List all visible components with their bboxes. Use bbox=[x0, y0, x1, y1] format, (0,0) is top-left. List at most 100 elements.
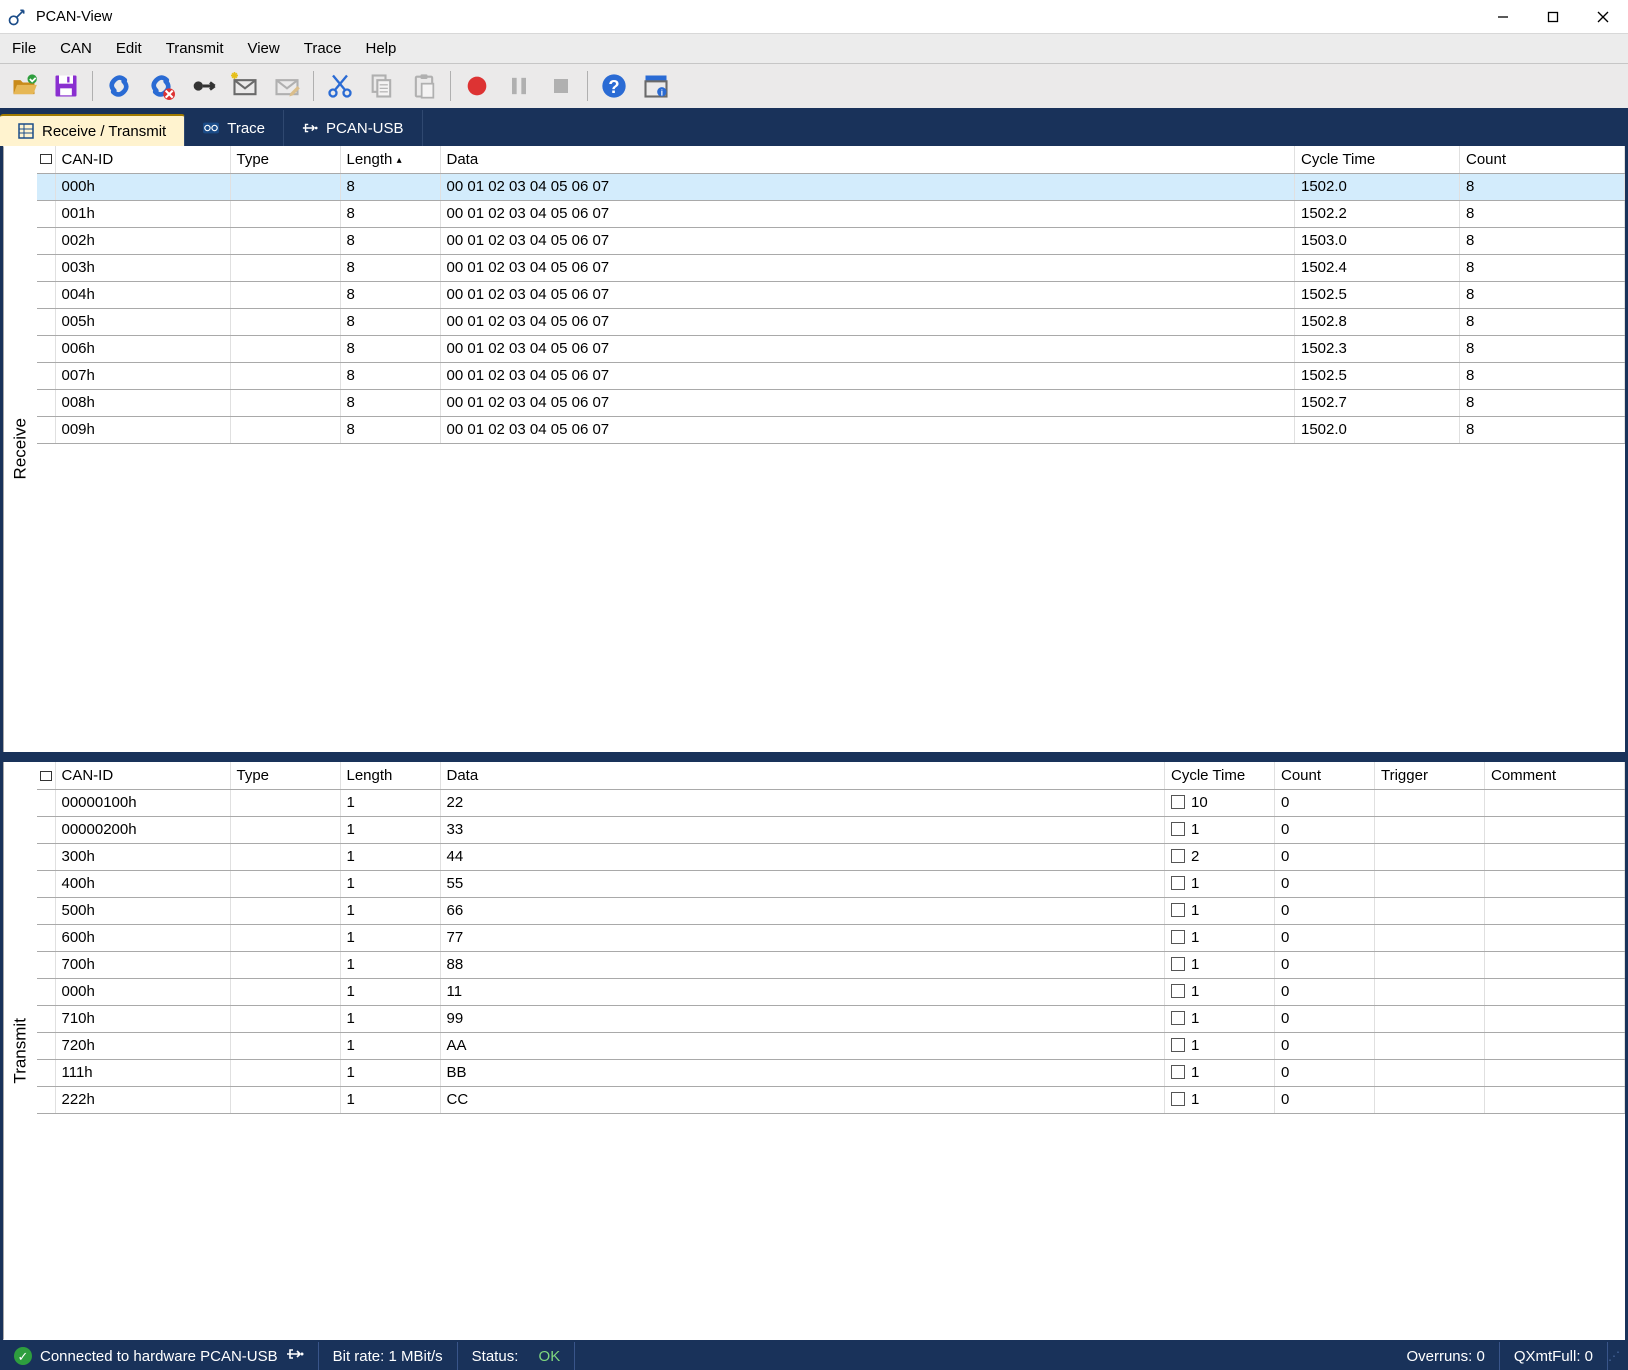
cell-cycletime[interactable]: 10 bbox=[1165, 789, 1275, 816]
open-button[interactable] bbox=[4, 66, 44, 106]
disconnect-button[interactable] bbox=[141, 66, 181, 106]
cut-button[interactable] bbox=[320, 66, 360, 106]
cell-cycletime[interactable]: 1 bbox=[1165, 924, 1275, 951]
col-length[interactable]: Length bbox=[340, 762, 440, 789]
save-button[interactable] bbox=[46, 66, 86, 106]
transmit-label: Transmit bbox=[3, 762, 37, 1340]
maximize-button[interactable] bbox=[1528, 0, 1578, 34]
receive-table[interactable]: CAN-ID Type Length ▴ Data Cycle Time Cou… bbox=[37, 146, 1625, 444]
help-button[interactable]: ? bbox=[594, 66, 634, 106]
menu-trace[interactable]: Trace bbox=[292, 36, 354, 61]
new-message-button[interactable] bbox=[225, 66, 265, 106]
table-row[interactable]: 006h800 01 02 03 04 05 06 071502.38 bbox=[37, 335, 1625, 362]
cell-canid: 720h bbox=[55, 1032, 230, 1059]
transmit-table[interactable]: CAN-ID Type Length Data Cycle Time Count… bbox=[37, 762, 1625, 1114]
table-row[interactable]: 004h800 01 02 03 04 05 06 071502.58 bbox=[37, 281, 1625, 308]
col-marker[interactable] bbox=[37, 146, 55, 173]
settings-button[interactable]: i bbox=[636, 66, 676, 106]
checkbox-icon[interactable] bbox=[1171, 1011, 1185, 1025]
cell-data: 77 bbox=[440, 924, 1165, 951]
table-row[interactable]: 009h800 01 02 03 04 05 06 071502.08 bbox=[37, 416, 1625, 443]
checkbox-icon[interactable] bbox=[1171, 930, 1185, 944]
minimize-button[interactable] bbox=[1478, 0, 1528, 34]
col-cycletime[interactable]: Cycle Time bbox=[1295, 146, 1460, 173]
col-marker[interactable] bbox=[37, 762, 55, 789]
tab-pcan-usb[interactable]: PCAN-USB bbox=[284, 110, 423, 146]
cell-cycletime[interactable]: 1 bbox=[1165, 897, 1275, 924]
connect-button[interactable] bbox=[99, 66, 139, 106]
col-type[interactable]: Type bbox=[230, 146, 340, 173]
cell-type bbox=[230, 227, 340, 254]
cell-cycletime[interactable]: 1 bbox=[1165, 1059, 1275, 1086]
col-length[interactable]: Length ▴ bbox=[340, 146, 440, 173]
table-row[interactable]: 000h800 01 02 03 04 05 06 071502.08 bbox=[37, 173, 1625, 200]
col-data[interactable]: Data bbox=[440, 762, 1165, 789]
status-bar: ✓ Connected to hardware PCAN-USB Bit rat… bbox=[0, 1340, 1628, 1370]
checkbox-icon[interactable] bbox=[1171, 849, 1185, 863]
table-row[interactable]: 003h800 01 02 03 04 05 06 071502.48 bbox=[37, 254, 1625, 281]
cell-comment bbox=[1485, 951, 1625, 978]
table-row[interactable]: 00000100h122100 bbox=[37, 789, 1625, 816]
table-row[interactable]: 002h800 01 02 03 04 05 06 071503.08 bbox=[37, 227, 1625, 254]
cell-count: 0 bbox=[1275, 897, 1375, 924]
col-comment[interactable]: Comment bbox=[1485, 762, 1625, 789]
menu-edit[interactable]: Edit bbox=[104, 36, 154, 61]
table-row[interactable]: 111h1BB10 bbox=[37, 1059, 1625, 1086]
menu-transmit[interactable]: Transmit bbox=[154, 36, 236, 61]
col-canid[interactable]: CAN-ID bbox=[55, 146, 230, 173]
tab-trace[interactable]: Trace bbox=[185, 110, 284, 146]
table-row[interactable]: 001h800 01 02 03 04 05 06 071502.28 bbox=[37, 200, 1625, 227]
table-row[interactable]: 700h18810 bbox=[37, 951, 1625, 978]
cell-cycletime[interactable]: 2 bbox=[1165, 843, 1275, 870]
table-row[interactable]: 710h19910 bbox=[37, 1005, 1625, 1032]
cell-data: 00 01 02 03 04 05 06 07 bbox=[440, 281, 1295, 308]
table-row[interactable]: 720h1AA10 bbox=[37, 1032, 1625, 1059]
table-row[interactable]: 007h800 01 02 03 04 05 06 071502.58 bbox=[37, 362, 1625, 389]
checkbox-icon[interactable] bbox=[1171, 1092, 1185, 1106]
col-canid[interactable]: CAN-ID bbox=[55, 762, 230, 789]
reset-button[interactable] bbox=[183, 66, 223, 106]
close-button[interactable] bbox=[1578, 0, 1628, 34]
cell-type bbox=[230, 362, 340, 389]
cell-cycletime[interactable]: 1 bbox=[1165, 951, 1275, 978]
checkbox-icon[interactable] bbox=[1171, 876, 1185, 890]
menu-bar: File CAN Edit Transmit View Trace Help bbox=[0, 34, 1628, 64]
menu-file[interactable]: File bbox=[0, 36, 48, 61]
cell-cycletime[interactable]: 1 bbox=[1165, 870, 1275, 897]
table-row[interactable]: 005h800 01 02 03 04 05 06 071502.88 bbox=[37, 308, 1625, 335]
checkbox-icon[interactable] bbox=[1171, 822, 1185, 836]
col-type[interactable]: Type bbox=[230, 762, 340, 789]
cell-cycletime[interactable]: 1 bbox=[1165, 1086, 1275, 1113]
checkbox-icon[interactable] bbox=[1171, 1038, 1185, 1052]
cell-cycletime[interactable]: 1 bbox=[1165, 816, 1275, 843]
cell-cycletime[interactable]: 1 bbox=[1165, 978, 1275, 1005]
table-row[interactable]: 222h1CC10 bbox=[37, 1086, 1625, 1113]
table-row[interactable]: 00000200h13310 bbox=[37, 816, 1625, 843]
table-row[interactable]: 008h800 01 02 03 04 05 06 071502.78 bbox=[37, 389, 1625, 416]
col-count[interactable]: Count bbox=[1460, 146, 1625, 173]
checkbox-icon[interactable] bbox=[1171, 903, 1185, 917]
checkbox-icon[interactable] bbox=[1171, 795, 1185, 809]
table-row[interactable]: 600h17710 bbox=[37, 924, 1625, 951]
col-trigger[interactable]: Trigger bbox=[1375, 762, 1485, 789]
menu-help[interactable]: Help bbox=[354, 36, 409, 61]
checkbox-icon[interactable] bbox=[1171, 984, 1185, 998]
menu-view[interactable]: View bbox=[235, 36, 291, 61]
tab-receive-transmit[interactable]: Receive / Transmit bbox=[0, 114, 185, 146]
menu-can[interactable]: CAN bbox=[48, 36, 104, 61]
cell-length: 8 bbox=[340, 308, 440, 335]
record-button[interactable] bbox=[457, 66, 497, 106]
checkbox-icon[interactable] bbox=[1171, 957, 1185, 971]
table-row[interactable]: 300h14420 bbox=[37, 843, 1625, 870]
table-row[interactable]: 500h16610 bbox=[37, 897, 1625, 924]
cell-type bbox=[230, 254, 340, 281]
col-cycletime[interactable]: Cycle Time bbox=[1165, 762, 1275, 789]
table-row[interactable]: 000h11110 bbox=[37, 978, 1625, 1005]
cell-cycletime[interactable]: 1 bbox=[1165, 1032, 1275, 1059]
table-row[interactable]: 400h15510 bbox=[37, 870, 1625, 897]
checkbox-icon[interactable] bbox=[1171, 1065, 1185, 1079]
resize-grip-icon[interactable]: ⋰ bbox=[1608, 1349, 1628, 1363]
cell-cycletime[interactable]: 1 bbox=[1165, 1005, 1275, 1032]
col-data[interactable]: Data bbox=[440, 146, 1295, 173]
col-count[interactable]: Count bbox=[1275, 762, 1375, 789]
